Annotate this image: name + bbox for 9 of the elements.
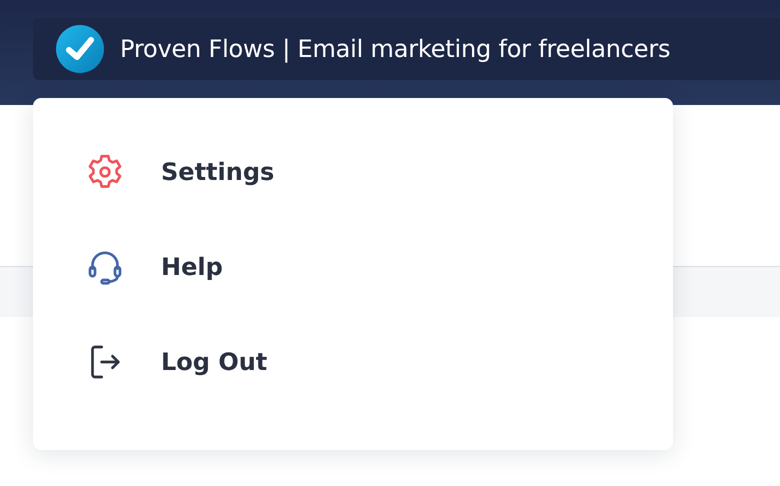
menu-item[interactable]: Settings <box>33 148 673 196</box>
menu-item-label: Log Out <box>161 348 268 376</box>
checkmark-logo-icon <box>56 25 104 73</box>
menu-item-label: Help <box>161 253 223 281</box>
site-title: Proven Flows | Email marketing for freelancers <box>120 35 670 63</box>
site-title-bar[interactable]: Proven Flows | Email marketing for freelancers <box>33 18 780 80</box>
menu-item-label: Settings <box>161 158 274 186</box>
menu-item[interactable]: Log Out <box>33 338 673 386</box>
menu-item[interactable]: Help <box>33 243 673 291</box>
